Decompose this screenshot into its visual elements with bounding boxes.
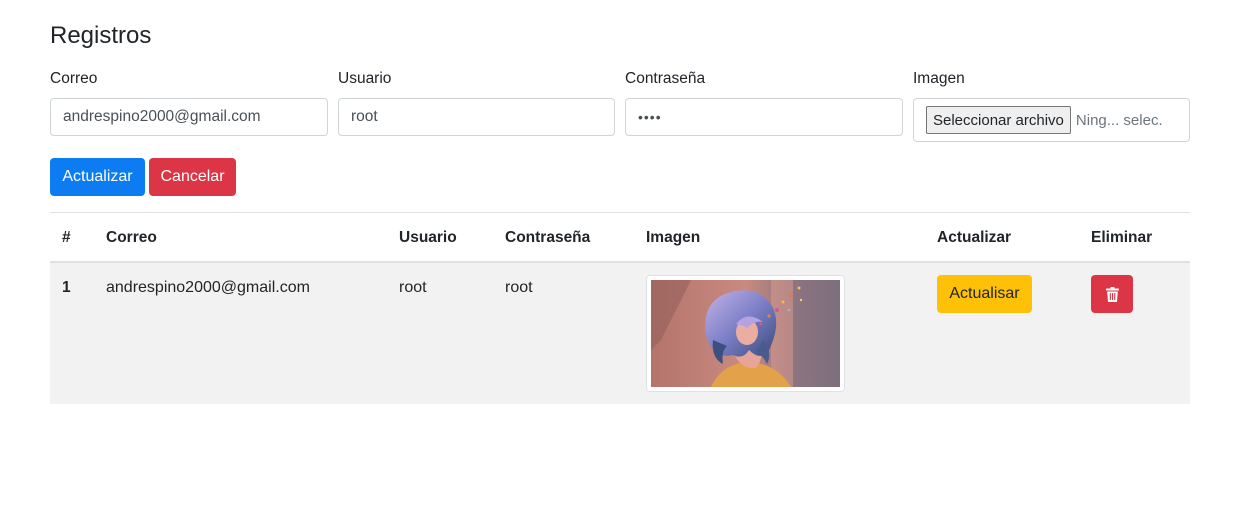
column-header-password: Contraseña <box>505 229 591 246</box>
user-field[interactable]: root <box>338 98 615 136</box>
choose-file-button[interactable]: Seleccionar archivo <box>926 106 1071 134</box>
column-header-image: Imagen <box>646 229 701 246</box>
column-header-user: Usuario <box>399 229 457 246</box>
email-label: Correo <box>50 70 98 87</box>
password-field-value: •••• <box>638 109 662 125</box>
email-field-value: andrespino2000@gmail.com <box>63 108 261 125</box>
password-field[interactable]: •••• <box>625 98 903 136</box>
row-index: 1 <box>62 279 71 296</box>
row-image-thumbnail <box>646 275 845 392</box>
row-delete-button[interactable] <box>1091 275 1133 313</box>
update-button[interactable]: Actualizar <box>50 158 145 196</box>
row-password: root <box>505 279 533 296</box>
row-user: root <box>399 279 427 296</box>
column-header-index: # <box>62 229 71 246</box>
row-update-button[interactable]: Actualisar <box>937 275 1032 313</box>
file-status: Ning... selec. <box>1075 111 1163 129</box>
image-label: Imagen <box>913 70 965 87</box>
user-label: Usuario <box>338 70 392 87</box>
column-header-delete: Eliminar <box>1091 229 1153 246</box>
password-label: Contraseña <box>625 70 706 87</box>
trash-icon <box>1105 286 1119 302</box>
portrait-thumbnail <box>651 280 840 387</box>
image-file-input[interactable]: Seleccionar archivo Ning... selec. <box>913 98 1190 142</box>
column-header-email: Correo <box>106 229 157 246</box>
email-field[interactable]: andrespino2000@gmail.com <box>50 98 328 136</box>
table-top-border <box>50 212 1190 213</box>
column-header-update: Actualizar <box>937 229 1012 246</box>
row-email: andrespino2000@gmail.com <box>106 279 310 296</box>
cancel-button[interactable]: Cancelar <box>149 158 236 196</box>
page-title: Registros <box>50 22 152 49</box>
user-field-value: root <box>351 108 378 125</box>
